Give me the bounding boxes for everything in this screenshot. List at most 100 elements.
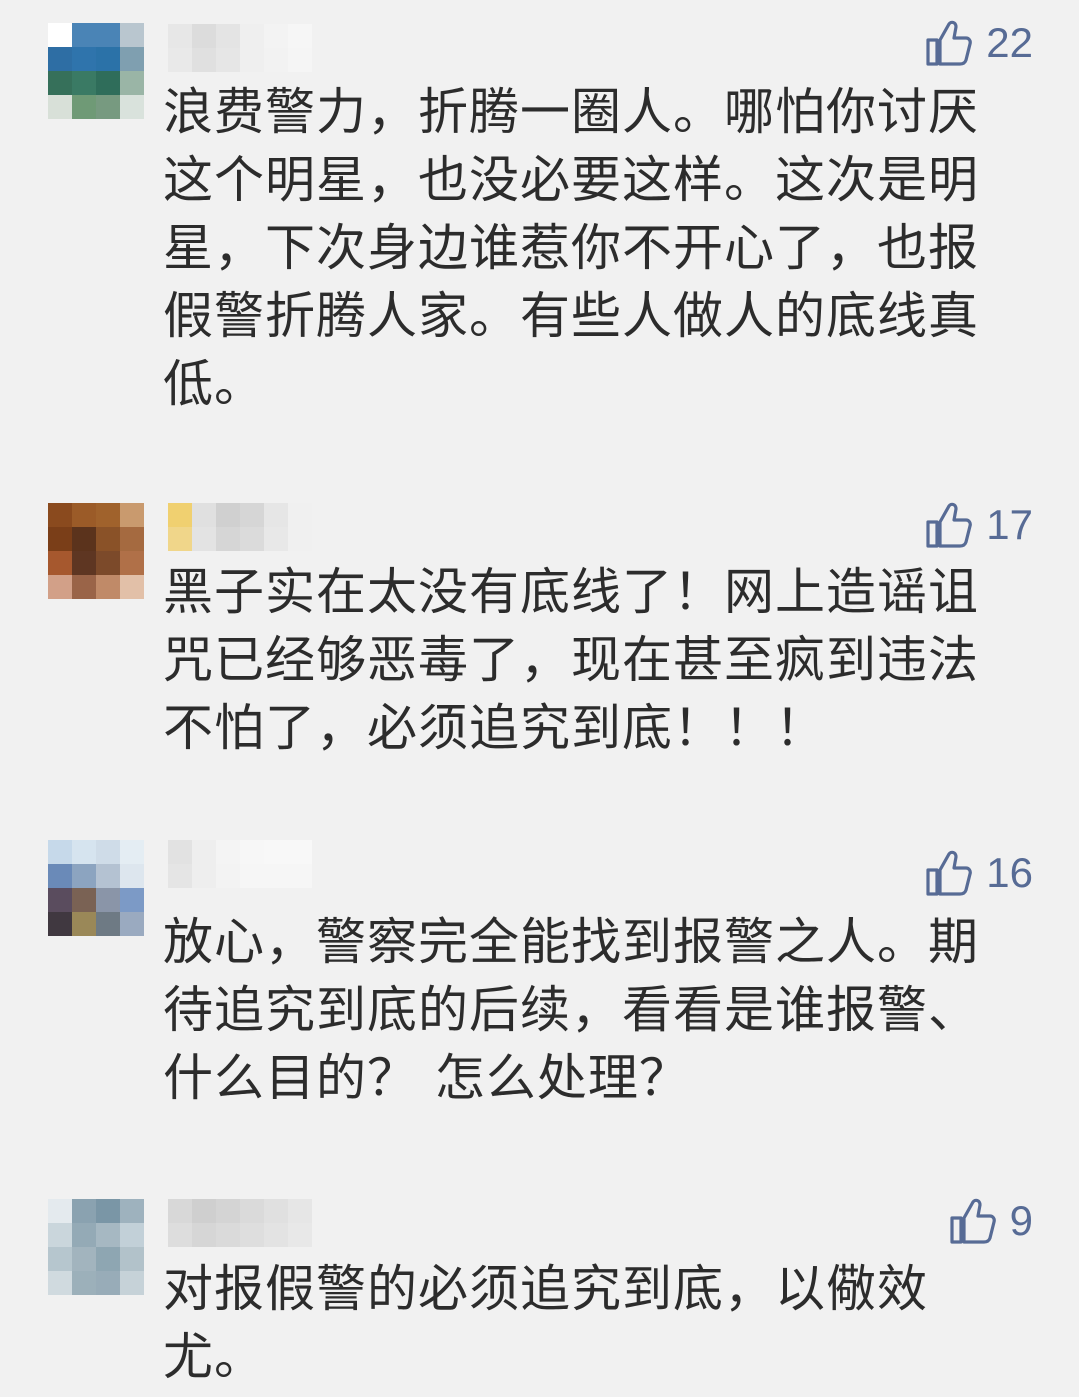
avatar-pixel bbox=[120, 1271, 144, 1295]
avatar-pixel bbox=[96, 527, 120, 551]
username-pixel bbox=[216, 864, 240, 888]
username-pixel bbox=[168, 840, 192, 864]
avatar-pixel bbox=[96, 1247, 120, 1271]
thumbs-up-icon bbox=[926, 502, 973, 548]
comment-text: 黑子实在太没有底线了！网上造谣诅 咒已经够恶毒了，现在甚至疯到违法 不怕了，必须… bbox=[163, 563, 979, 757]
avatar-pixel bbox=[72, 840, 96, 864]
username-pixel bbox=[288, 1223, 312, 1247]
avatar-pixel bbox=[96, 95, 120, 119]
username-pixel bbox=[192, 24, 216, 48]
like-button[interactable]: 9 bbox=[948, 1196, 1033, 1246]
username-pixel bbox=[192, 503, 216, 527]
avatar-pixel bbox=[120, 95, 144, 119]
username-pixel bbox=[264, 503, 288, 527]
avatar-pixel bbox=[72, 888, 96, 912]
like-button[interactable]: 17 bbox=[924, 500, 1033, 550]
avatar-pixel bbox=[120, 503, 144, 527]
avatar-pixel bbox=[96, 912, 120, 936]
avatar-pixel bbox=[72, 71, 96, 95]
username-pixel bbox=[240, 503, 264, 527]
username-pixel bbox=[288, 527, 312, 551]
username-pixel bbox=[216, 48, 240, 72]
username-pixel bbox=[264, 1223, 288, 1247]
avatar-pixel bbox=[48, 47, 72, 71]
username[interactable] bbox=[168, 24, 312, 72]
comment-text: 放心，警察完全能找到报警之人。期 待追究到底的后续，看看是谁报警、 什么目的？ … bbox=[163, 913, 979, 1107]
username[interactable] bbox=[168, 1199, 312, 1247]
avatar-pixel bbox=[120, 23, 144, 47]
username-mosaic-column bbox=[216, 840, 240, 888]
username-pixel bbox=[168, 503, 192, 527]
like-count: 17 bbox=[986, 501, 1033, 548]
username-pixel bbox=[216, 1223, 240, 1247]
like-count: 9 bbox=[1009, 1197, 1033, 1244]
avatar-pixel bbox=[120, 575, 144, 599]
username-pixel bbox=[168, 24, 192, 48]
username-pixel bbox=[288, 48, 312, 72]
username-mosaic-column bbox=[240, 840, 264, 888]
avatar[interactable] bbox=[48, 503, 144, 599]
username-pixel bbox=[288, 1199, 312, 1223]
username-mosaic-column bbox=[240, 24, 264, 72]
avatar-pixel bbox=[120, 1199, 144, 1223]
username-pixel bbox=[240, 527, 264, 551]
avatar-pixel bbox=[72, 551, 96, 575]
username-pixel bbox=[264, 24, 288, 48]
avatar-pixel bbox=[48, 23, 72, 47]
avatar-pixel bbox=[96, 864, 120, 888]
avatar[interactable] bbox=[48, 840, 144, 936]
username[interactable] bbox=[168, 840, 312, 888]
avatar-pixel bbox=[72, 527, 96, 551]
avatar-pixel bbox=[48, 864, 72, 888]
username-pixel bbox=[168, 1199, 192, 1223]
avatar-pixel bbox=[48, 1247, 72, 1271]
avatar-pixel bbox=[120, 47, 144, 71]
avatar-pixel bbox=[120, 71, 144, 95]
thumbs-up-icon bbox=[950, 1198, 996, 1244]
username-mosaic-column bbox=[192, 24, 216, 72]
comment-text: 对报假警的必须追究到底，以儆效 尤。 bbox=[163, 1260, 928, 1386]
username-mosaic-column bbox=[264, 24, 288, 72]
avatar-pixel bbox=[48, 1199, 72, 1223]
thumbs-up-icon bbox=[926, 20, 973, 66]
avatar[interactable] bbox=[48, 23, 144, 119]
avatar-pixel bbox=[96, 71, 120, 95]
avatar-pixel bbox=[48, 503, 72, 527]
like-count: 16 bbox=[986, 849, 1033, 896]
username-mosaic-column bbox=[192, 840, 216, 888]
username-mosaic-column bbox=[216, 1199, 240, 1247]
username-pixel bbox=[264, 527, 288, 551]
username-pixel bbox=[288, 503, 312, 527]
username-pixel bbox=[240, 1199, 264, 1223]
username-mosaic-column bbox=[216, 503, 240, 551]
username-pixel bbox=[288, 864, 312, 888]
like-button[interactable]: 22 bbox=[924, 18, 1033, 68]
username-mosaic-column bbox=[288, 503, 312, 551]
avatar-pixel bbox=[96, 575, 120, 599]
avatar-pixel bbox=[72, 1223, 96, 1247]
avatar-pixel bbox=[96, 23, 120, 47]
username-mosaic-column bbox=[288, 1199, 312, 1247]
username[interactable] bbox=[168, 503, 312, 551]
username-pixel bbox=[168, 48, 192, 72]
avatar-pixel bbox=[48, 888, 72, 912]
username-pixel bbox=[216, 840, 240, 864]
username-pixel bbox=[264, 1199, 288, 1223]
avatar-pixel bbox=[48, 551, 72, 575]
username-mosaic-column bbox=[192, 503, 216, 551]
avatar-pixel bbox=[120, 840, 144, 864]
username-pixel bbox=[168, 527, 192, 551]
username-pixel bbox=[192, 864, 216, 888]
avatar-pixel bbox=[96, 888, 120, 912]
username-mosaic-column bbox=[264, 840, 288, 888]
avatar-pixel bbox=[48, 575, 72, 599]
avatar-pixel bbox=[120, 888, 144, 912]
avatar[interactable] bbox=[48, 1199, 144, 1295]
like-button[interactable]: 16 bbox=[924, 848, 1033, 898]
avatar-pixel bbox=[96, 840, 120, 864]
avatar-pixel bbox=[48, 1223, 72, 1247]
username-pixel bbox=[192, 527, 216, 551]
username-mosaic-column bbox=[288, 24, 312, 72]
username-pixel bbox=[264, 48, 288, 72]
avatar-pixel bbox=[72, 1247, 96, 1271]
